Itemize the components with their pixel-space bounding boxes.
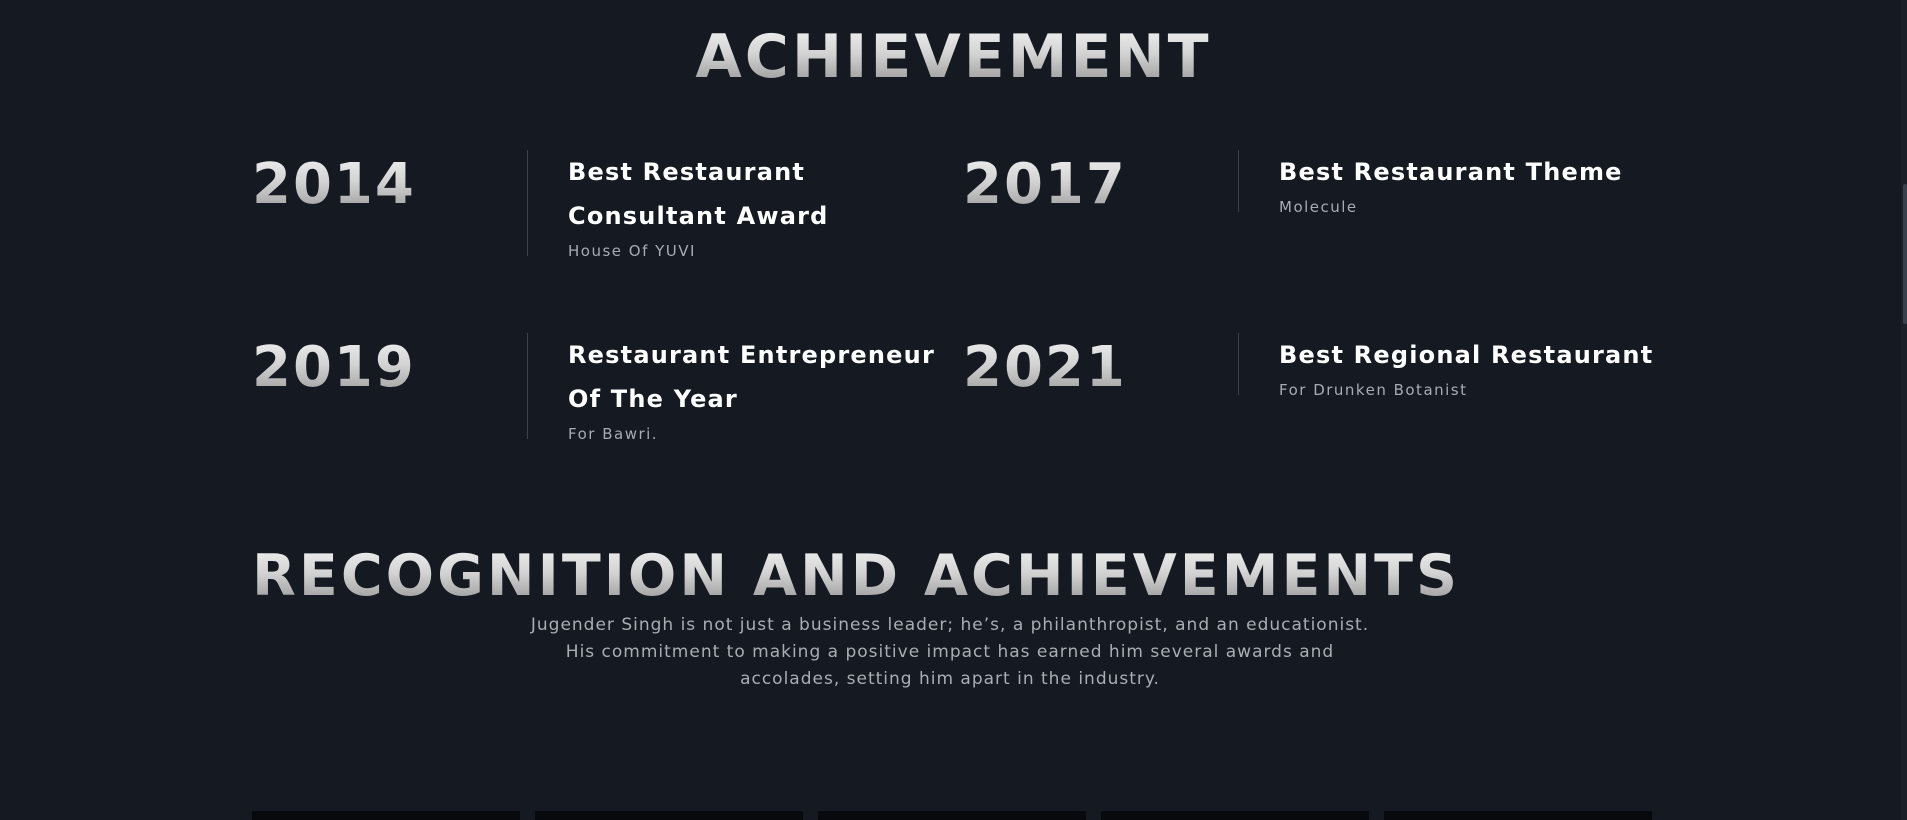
achievement-title: Best Restaurant Theme: [1279, 158, 1623, 186]
achievement-subtitle: House Of YUVI: [568, 242, 696, 260]
award-card[interactable]: [252, 811, 520, 820]
achievement-subtitle: For Bawri.: [568, 425, 659, 443]
achievement-divider: [1238, 333, 1239, 395]
award-card[interactable]: [535, 811, 803, 820]
achievement-body: Best Restaurant Theme Molecule: [1279, 150, 1659, 219]
scrollbar-thumb[interactable]: [1903, 184, 1907, 324]
achievement-title: Restaurant Entrepreneur Of The Year: [568, 341, 935, 413]
achievement-item-2017: 2017 Best Restaurant Theme Molecule: [963, 150, 1663, 270]
achievement-divider: [527, 150, 528, 256]
page-scrollbar[interactable]: [1901, 0, 1907, 820]
achievement-body: Best Restaurant Consultant Award House O…: [568, 150, 948, 263]
achievement-item-2014: 2014 Best Restaurant Consultant Award Ho…: [252, 150, 952, 270]
achievement-subtitle: For Drunken Botanist: [1279, 381, 1468, 399]
achievement-divider: [527, 333, 528, 439]
achievement-divider: [1238, 150, 1239, 212]
achievement-year: 2014: [252, 150, 416, 220]
achievement-item-2021: 2021 Best Regional Restaurant For Drunke…: [963, 333, 1663, 453]
achievement-body: Restaurant Entrepreneur Of The Year For …: [568, 333, 948, 446]
achievement-title: Best Regional Restaurant: [1279, 341, 1654, 369]
achievement-subtitle: Molecule: [1279, 198, 1358, 216]
award-card[interactable]: [1101, 811, 1369, 820]
achievement-heading: ACHIEVEMENT: [0, 24, 1907, 90]
achievement-year: 2019: [252, 333, 416, 403]
achievement-year: 2021: [963, 333, 1127, 403]
achievement-body: Best Regional Restaurant For Drunken Bot…: [1279, 333, 1659, 402]
achievement-year: 2017: [963, 150, 1127, 220]
award-card[interactable]: [1384, 811, 1652, 820]
achievement-title: Best Restaurant Consultant Award: [568, 158, 829, 230]
achievement-item-2019: 2019 Restaurant Entrepreneur Of The Year…: [252, 333, 952, 453]
award-card[interactable]: [818, 811, 1086, 820]
recognition-description: Jugender Singh is not just a business le…: [530, 615, 1370, 689]
recognition-heading: RECOGNITION AND ACHIEVEMENTS: [252, 543, 1461, 610]
